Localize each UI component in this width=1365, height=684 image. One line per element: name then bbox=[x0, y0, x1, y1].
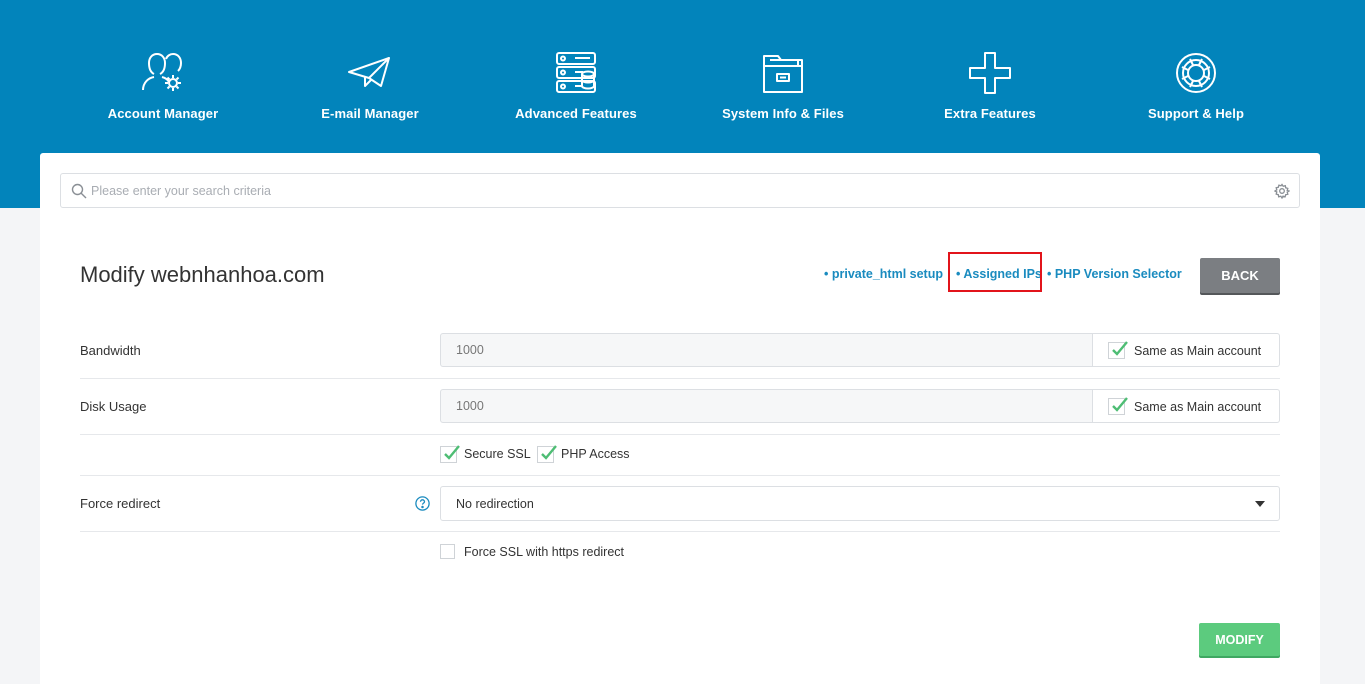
checkbox[interactable] bbox=[440, 544, 455, 559]
checkbox[interactable] bbox=[1108, 397, 1128, 415]
force-redirect-select[interactable]: No redirection bbox=[440, 486, 1280, 521]
checkmark-icon bbox=[1112, 341, 1128, 356]
help-icon[interactable] bbox=[415, 496, 430, 511]
highlight-box bbox=[948, 252, 1042, 292]
php-version-selector-link[interactable]: • PHP Version Selector bbox=[1047, 267, 1182, 281]
checkbox-label: Same as Main account bbox=[1134, 400, 1262, 414]
php-access-checkbox[interactable]: PHP Access bbox=[537, 445, 632, 463]
checkmark-icon bbox=[541, 445, 557, 460]
force-redirect-label: Force redirect bbox=[80, 496, 161, 511]
bandwidth-input[interactable] bbox=[440, 333, 1093, 367]
search-input[interactable] bbox=[91, 174, 1261, 207]
checkbox[interactable] bbox=[537, 445, 557, 463]
users-gear-icon bbox=[142, 52, 183, 91]
nav-advanced-features[interactable]: Advanced Features bbox=[486, 50, 666, 121]
folder-icon bbox=[763, 55, 803, 93]
lifebuoy-icon bbox=[1176, 53, 1216, 93]
nav-label: System Info & Files bbox=[722, 106, 844, 121]
nav-extra-features[interactable]: Extra Features bbox=[900, 50, 1080, 121]
nav-account-manager[interactable]: Account Manager bbox=[73, 50, 253, 121]
back-button[interactable]: BACK bbox=[1200, 258, 1280, 293]
search-icon bbox=[71, 183, 87, 199]
disk-same-as-main-checkbox[interactable]: Same as Main account bbox=[1092, 389, 1280, 423]
private-html-setup-link[interactable]: • private_html setup bbox=[824, 267, 943, 281]
nav-label: E-mail Manager bbox=[321, 106, 419, 121]
plus-icon bbox=[969, 52, 1011, 94]
divider bbox=[80, 378, 1280, 379]
search-bar bbox=[60, 173, 1300, 208]
main-nav: Account Manager E-mail Manager Advanced … bbox=[0, 0, 1365, 153]
checkbox-label: Same as Main account bbox=[1134, 344, 1262, 358]
page-title: Modify webnhanhoa.com bbox=[80, 262, 325, 287]
server-icon bbox=[556, 52, 596, 93]
checkbox-label: PHP Access bbox=[561, 447, 630, 461]
content-panel: Modify webnhanhoa.com • private_html set… bbox=[40, 153, 1320, 684]
disk-usage-label: Disk Usage bbox=[80, 399, 147, 414]
divider bbox=[80, 531, 1280, 532]
checkmark-icon bbox=[444, 445, 460, 460]
disk-usage-input[interactable] bbox=[440, 389, 1093, 423]
divider bbox=[80, 434, 1280, 435]
checkbox[interactable] bbox=[440, 445, 460, 463]
checkmark-icon bbox=[1112, 397, 1128, 412]
nav-label: Advanced Features bbox=[515, 106, 637, 121]
secure-ssl-checkbox[interactable]: Secure SSL bbox=[440, 445, 531, 463]
checkbox-label: Secure SSL bbox=[464, 447, 531, 461]
nav-label: Extra Features bbox=[944, 106, 1036, 121]
bandwidth-label: Bandwidth bbox=[80, 343, 141, 358]
nav-system-info[interactable]: System Info & Files bbox=[693, 50, 873, 121]
checkbox[interactable] bbox=[1108, 341, 1128, 359]
nav-email-manager[interactable]: E-mail Manager bbox=[280, 50, 460, 121]
modify-button[interactable]: MODIFY bbox=[1199, 623, 1280, 656]
divider bbox=[80, 475, 1280, 476]
force-ssl-checkbox[interactable]: Force SSL with https redirect bbox=[440, 544, 640, 561]
bandwidth-same-as-main-checkbox[interactable]: Same as Main account bbox=[1092, 333, 1280, 367]
checkbox-label: Force SSL with https redirect bbox=[464, 545, 625, 559]
nav-label: Account Manager bbox=[107, 106, 219, 121]
paper-plane-icon bbox=[348, 57, 390, 87]
nav-label: Support & Help bbox=[1147, 106, 1244, 121]
selected-value: No redirection bbox=[456, 497, 534, 511]
nav-support-help[interactable]: Support & Help bbox=[1106, 50, 1286, 121]
caret-down-icon bbox=[1255, 501, 1265, 507]
gear-icon[interactable] bbox=[1274, 183, 1290, 199]
